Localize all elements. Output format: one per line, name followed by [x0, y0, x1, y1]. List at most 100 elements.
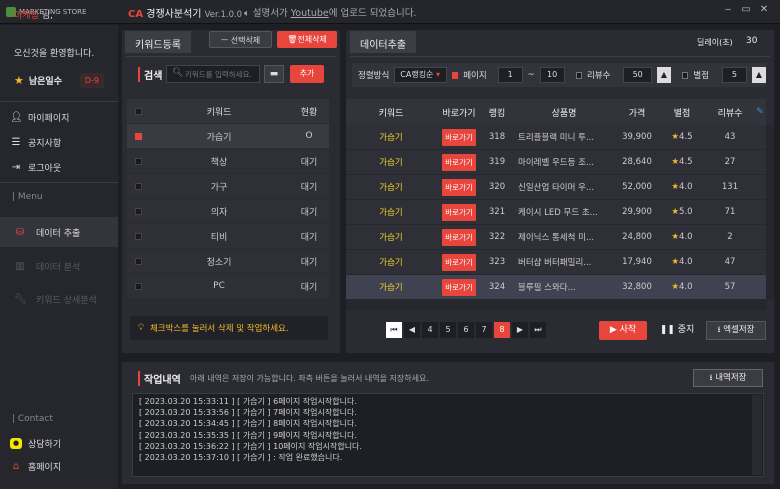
keyword-row[interactable]: 가습기 O — [127, 124, 329, 149]
product-row[interactable]: 가습기 바로가기 321 케이시 LED 무드 초... 29,900 ★5.0 71 — [346, 200, 766, 225]
keyword-row[interactable]: 티비 대기 — [127, 224, 329, 249]
keyword-row[interactable]: 청소기 대기 — [127, 249, 329, 274]
log-save-button[interactable]: ⭳ 내역저장 — [693, 369, 763, 387]
row-checkbox-cell[interactable] — [127, 207, 149, 215]
price-cell: 24,800 — [622, 232, 652, 242]
first-page-button[interactable]: ⏮ — [386, 322, 402, 338]
go-button[interactable]: 바로가기 — [442, 128, 476, 146]
go-button[interactable]: 바로가기 — [442, 203, 476, 221]
minimize-button[interactable]: ‒ — [722, 4, 734, 18]
product-row[interactable]: 가습기 바로가기 324 블루필 스와다... 32,800 ★4.0 57 — [346, 275, 766, 300]
delete-selected-button[interactable]: ㅡ 선택삭제 — [209, 31, 272, 48]
select-all-checkbox-cell[interactable] — [127, 107, 149, 115]
keyword-cell: 의자 — [210, 207, 228, 218]
add-keyword-button[interactable]: 추가 — [290, 65, 324, 83]
notice-banner[interactable]: 🔈︎ 설명서가 Youtube에 업로드 되었습니다. — [244, 5, 416, 19]
shortcut-cell: 바로가기 — [436, 228, 482, 246]
review-sort-button[interactable]: ▲ — [656, 67, 671, 83]
go-button[interactable]: 바로가기 — [442, 178, 476, 196]
sort-select[interactable]: CA랭킹순 ▾ — [394, 67, 447, 83]
keyword-row[interactable]: 책상 대기 — [127, 149, 329, 174]
product-row[interactable]: 가습기 바로가기 322 제이닉스 통세척 미... 24,800 ★4.0 2 — [346, 225, 766, 250]
product-table-hscrollbar[interactable] — [346, 300, 766, 310]
page-number-button[interactable]: 7 — [476, 322, 492, 338]
nav-notice[interactable]: ☰ 공지사항 — [10, 133, 62, 151]
review-input[interactable]: 50 — [623, 67, 652, 83]
review-checkbox[interactable] — [575, 71, 582, 79]
tab-keyword-register[interactable]: 키워드등록 — [125, 31, 191, 53]
row-checkbox[interactable] — [134, 232, 142, 240]
status-cell: 대기 — [300, 207, 318, 218]
product-row[interactable]: 가습기 바로가기 318 트리플블랙 미니 투... 39,900 ★4.5 43 — [346, 125, 766, 150]
product-name-cell: 제이닉스 통세척 미... — [518, 233, 595, 243]
nav-logout[interactable]: ⇥ 로그아웃 — [10, 158, 61, 176]
product-name-cell: 마이레벨 우드등 조... — [518, 158, 595, 168]
row-checkbox[interactable] — [134, 157, 142, 165]
start-button[interactable]: ▶ 사작 — [599, 321, 647, 340]
keyword-scrollbar[interactable] — [330, 99, 338, 299]
chart-icon: ▥ — [15, 260, 25, 272]
product-row[interactable]: 가습기 바로가기 319 마이레벨 우드등 조... 28,640 ★4.5 27 — [346, 150, 766, 175]
log-scrollbar[interactable] — [752, 395, 762, 475]
last-page-button[interactable]: ⏭ — [530, 322, 546, 338]
next-page-button[interactable]: ▶ — [512, 322, 528, 338]
trash-icon: 🗑︎ — [287, 35, 298, 44]
contact-homepage[interactable]: ⌂ 홈페이지 — [10, 457, 61, 475]
go-button[interactable]: 바로가기 — [442, 228, 476, 246]
keyword-row[interactable]: PC 대기 — [127, 274, 329, 299]
youtube-link[interactable]: Youtube — [291, 8, 329, 19]
nav-data-analysis[interactable]: ▥ 데이터 분석 — [14, 257, 80, 275]
go-button[interactable]: 바로가기 — [442, 153, 476, 171]
row-checkbox-cell[interactable] — [127, 182, 149, 190]
keyword-row[interactable]: 가구 대기 — [127, 174, 329, 199]
page-from-input[interactable]: 1 — [497, 67, 523, 83]
row-checkbox[interactable] — [134, 257, 142, 265]
page-number-button[interactable]: 5 — [440, 322, 456, 338]
go-button[interactable]: 바로가기 — [442, 253, 476, 271]
row-checkbox-cell[interactable] — [127, 232, 149, 240]
contact-chat[interactable]: ● 상담하기 — [10, 434, 61, 452]
close-button[interactable]: ✕ — [758, 4, 770, 18]
product-row[interactable]: 가습기 바로가기 323 버터샵 버터패밀리... 17,940 ★4.0 47 — [346, 250, 766, 275]
nav-keyword-detail[interactable]: 🔧︎ 키워드 상세분석 — [14, 290, 97, 308]
row-checkbox[interactable] — [134, 207, 142, 215]
stop-button[interactable]: ❚❚ 중지 — [654, 321, 700, 340]
page-number-button[interactable]: 6 — [458, 322, 474, 338]
pause-icon: ❚❚ — [659, 325, 675, 335]
prev-page-button[interactable]: ◀ — [404, 322, 420, 338]
go-button[interactable]: 바로가기 — [442, 278, 476, 296]
sidebar-divider — [0, 101, 118, 102]
nav-data-extract[interactable]: ⛁ 데이터 추출 — [0, 217, 118, 247]
product-row[interactable]: 가습기 바로가기 320 신일산업 타이머 우... 52,000 ★4.0 131 — [346, 175, 766, 200]
product-table-vscrollbar[interactable] — [766, 125, 774, 300]
lightbulb-icon: 💡︎ — [138, 323, 144, 333]
rating-checkbox[interactable] — [681, 71, 689, 79]
page-checkbox[interactable] — [451, 71, 459, 79]
kakao-chat-icon: ● — [10, 437, 22, 449]
page-number-button[interactable]: 8 — [494, 322, 510, 338]
page-number-button[interactable]: 4 — [422, 322, 438, 338]
row-checkbox[interactable] — [134, 282, 142, 290]
select-all-checkbox[interactable] — [134, 107, 142, 115]
delay-value[interactable]: 30 — [746, 36, 757, 46]
row-checkbox[interactable] — [134, 182, 142, 190]
page-label: 페이지 — [463, 71, 487, 81]
keyword-row[interactable]: 의자 대기 — [127, 199, 329, 224]
rating-input[interactable]: 5 — [722, 67, 747, 83]
tab-data-extract[interactable]: 데이터추출 — [350, 31, 416, 53]
nav-mypage[interactable]: 👤︎ 마이페이지 — [10, 108, 69, 126]
row-checkbox-cell[interactable] — [127, 282, 149, 290]
row-checkbox-cell[interactable] — [127, 157, 149, 165]
days-label: 남은일수 — [28, 76, 62, 87]
row-checkbox-cell[interactable] — [127, 257, 149, 265]
excel-save-button[interactable]: ⭳ 엑셀저장 — [706, 321, 766, 340]
page-to-input[interactable]: 10 — [539, 67, 565, 83]
row-checkbox-cell[interactable] — [127, 132, 149, 140]
log-output[interactable]: [ 2023.03.20 15:33:11 ] [ 가습기 ] 6페이지 작업시… — [132, 393, 764, 477]
delete-all-button[interactable]: 🗑︎전체삭제 — [277, 31, 337, 48]
row-checkbox[interactable] — [134, 132, 142, 140]
folder-open-button[interactable]: ▬ — [264, 65, 284, 83]
nav-label: 키워드 상세분석 — [36, 295, 97, 306]
rating-sort-button[interactable]: ▲ — [751, 67, 766, 83]
maximize-button[interactable]: ▭ — [740, 4, 752, 18]
